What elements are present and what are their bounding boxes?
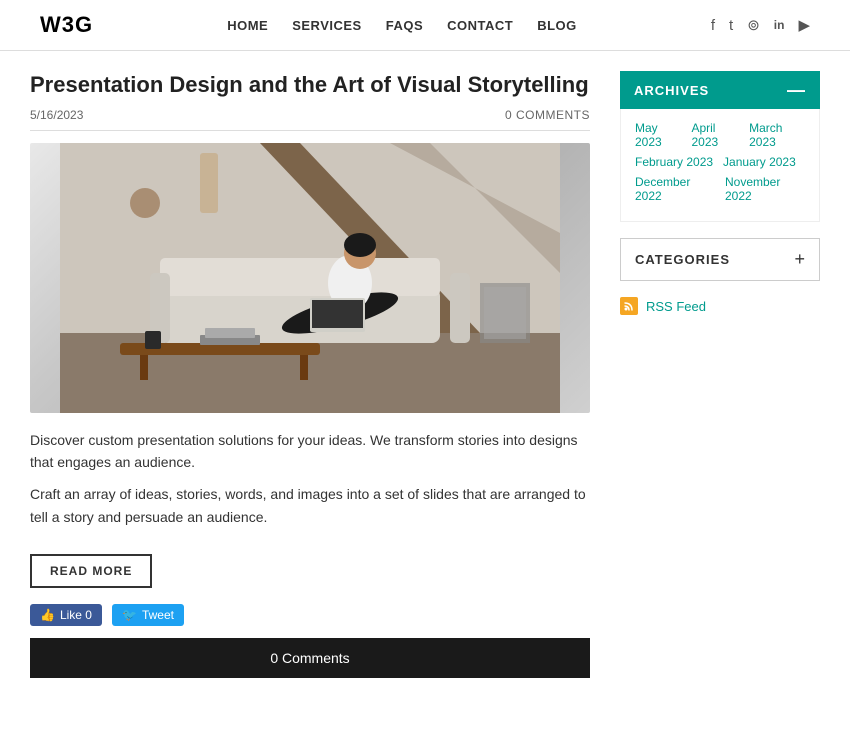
rss-feed-link[interactable]: RSS Feed bbox=[646, 299, 706, 314]
archives-header: ARCHIVES — bbox=[620, 71, 820, 109]
fb-thumb-icon: 👍 bbox=[40, 608, 55, 622]
nav-services[interactable]: SERVICES bbox=[292, 18, 362, 33]
instagram-icon[interactable]: ⊚ bbox=[747, 16, 760, 34]
youtube-icon[interactable]: ▶ bbox=[798, 16, 810, 34]
read-more-button[interactable]: READ MORE bbox=[30, 554, 152, 588]
facebook-icon[interactable]: f bbox=[711, 17, 715, 34]
archive-april-2023[interactable]: April 2023 bbox=[691, 121, 739, 149]
facebook-like-button[interactable]: 👍 Like 0 bbox=[30, 604, 102, 626]
post-image bbox=[30, 143, 590, 413]
social-links: f t ⊚ in ▶ bbox=[711, 16, 810, 34]
categories-label: CATEGORIES bbox=[635, 252, 730, 267]
archive-nov-2022[interactable]: November 2022 bbox=[725, 175, 805, 203]
rss-icon bbox=[620, 297, 638, 315]
archive-dec-2022[interactable]: December 2022 bbox=[635, 175, 715, 203]
social-share: 👍 Like 0 🐦 Tweet bbox=[30, 604, 590, 626]
archive-march-2023[interactable]: March 2023 bbox=[749, 121, 805, 149]
blog-content: Presentation Design and the Art of Visua… bbox=[30, 71, 590, 678]
main-container: Presentation Design and the Art of Visua… bbox=[0, 51, 850, 698]
post-date: 5/16/2023 bbox=[30, 108, 83, 122]
main-nav: HOME SERVICES FAQS CONTACT BLOG bbox=[227, 18, 577, 33]
site-logo[interactable]: W3G bbox=[40, 12, 93, 38]
archives-row-2: February 2023 January 2023 bbox=[635, 155, 805, 169]
nav-home[interactable]: HOME bbox=[227, 18, 268, 33]
tweet-label: Tweet bbox=[142, 608, 174, 622]
comments-bar-text: 0 Comments bbox=[270, 650, 349, 666]
archives-links: May 2023 April 2023 March 2023 February … bbox=[620, 109, 820, 222]
nav-faqs[interactable]: FAQS bbox=[386, 18, 423, 33]
post-excerpt-1: Discover custom presentation solutions f… bbox=[30, 429, 590, 474]
post-title: Presentation Design and the Art of Visua… bbox=[30, 71, 590, 100]
post-comments-count: 0 COMMENTS bbox=[505, 108, 590, 122]
linkedin-icon[interactable]: in bbox=[774, 18, 785, 32]
twitter-icon[interactable]: t bbox=[729, 17, 733, 34]
archives-collapse-icon[interactable]: — bbox=[787, 81, 806, 99]
twitter-bird-icon: 🐦 bbox=[122, 608, 137, 622]
sidebar: ARCHIVES — May 2023 April 2023 March 202… bbox=[620, 71, 820, 678]
comments-bar: 0 Comments bbox=[30, 638, 590, 678]
nav-contact[interactable]: CONTACT bbox=[447, 18, 513, 33]
site-header: W3G HOME SERVICES FAQS CONTACT BLOG f t … bbox=[0, 0, 850, 51]
post-meta: 5/16/2023 0 COMMENTS bbox=[30, 108, 590, 131]
fb-like-label: Like 0 bbox=[60, 608, 92, 622]
nav-blog[interactable]: BLOG bbox=[537, 18, 577, 33]
categories-header[interactable]: CATEGORIES + bbox=[620, 238, 820, 281]
post-excerpt-2: Craft an array of ideas, stories, words,… bbox=[30, 483, 590, 528]
archive-may-2023[interactable]: May 2023 bbox=[635, 121, 681, 149]
archive-jan-2023[interactable]: January 2023 bbox=[723, 155, 796, 169]
categories-expand-icon: + bbox=[794, 249, 805, 270]
rss-section: RSS Feed bbox=[620, 297, 820, 315]
archives-title: ARCHIVES bbox=[634, 83, 709, 98]
twitter-tweet-button[interactable]: 🐦 Tweet bbox=[112, 604, 184, 626]
archive-feb-2023[interactable]: February 2023 bbox=[635, 155, 713, 169]
archives-row-1: May 2023 April 2023 March 2023 bbox=[635, 121, 805, 149]
archives-row-3: December 2022 November 2022 bbox=[635, 175, 805, 203]
